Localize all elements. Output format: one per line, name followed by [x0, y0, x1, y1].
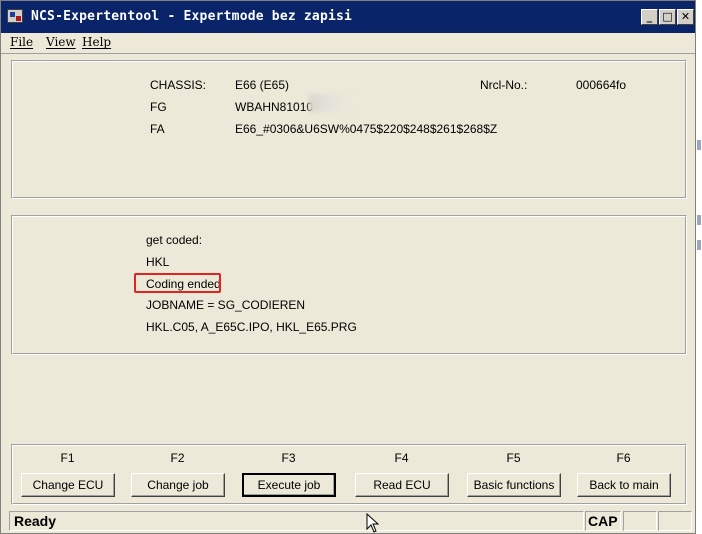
f3-key-label: F3: [281, 451, 296, 465]
caps-indicator: CAP: [585, 511, 621, 531]
f2-key-label: F2: [170, 451, 185, 465]
fg-label: FG: [150, 100, 167, 114]
log-line: HKL.C05, A_E65C.IPO, HKL_E65.PRG: [146, 320, 357, 334]
status-bar: Ready CAP: [1, 509, 695, 533]
window-title: NCS-Expertentool - Expertmode bez zapisi: [31, 9, 353, 24]
chassis-value: E66 (E65): [235, 78, 290, 92]
desktop-background: [696, 0, 702, 534]
close-button[interactable]: ✕: [677, 9, 694, 25]
menu-view[interactable]: View: [46, 35, 76, 49]
read-ecu-button[interactable]: Read ECU: [355, 473, 449, 497]
basic-functions-button[interactable]: Basic functions: [467, 473, 561, 497]
maximize-button[interactable]: □: [659, 9, 676, 25]
job-log-panel: [11, 215, 687, 355]
highlight-box: [134, 273, 221, 293]
f1-key-label: F1: [60, 451, 75, 465]
chassis-label: CHASSIS:: [150, 78, 207, 92]
caps-lock-indicator: CAP: [588, 513, 618, 529]
menu-help[interactable]: Help: [82, 35, 111, 49]
nrcl-value: 000664fo: [576, 78, 627, 92]
desktop-window-edge: [697, 140, 701, 150]
desktop-window-edge: [697, 240, 701, 250]
nrcl-label: Nrcl-No.:: [480, 78, 528, 92]
minimize-button[interactable]: _: [641, 9, 658, 25]
log-line: get coded:: [146, 233, 203, 247]
f6-key-label: F6: [616, 451, 631, 465]
desktop-window-edge: [697, 215, 701, 225]
f4-key-label: F4: [394, 451, 409, 465]
app-icon[interactable]: [7, 9, 23, 23]
menu-bar: File View Help: [1, 33, 695, 53]
ncs-expertentool-window: NCS-Expertentool - Expertmode bez zapisi…: [0, 0, 696, 534]
fg-value: WBAHN81010: [235, 100, 314, 114]
num-indicator: [623, 511, 657, 531]
mouse-cursor-icon: [366, 513, 380, 533]
title-bar[interactable]: NCS-Expertentool - Expertmode bez zapisi…: [1, 1, 695, 33]
f5-key-label: F5: [506, 451, 521, 465]
fa-label: FA: [150, 122, 165, 136]
redacted-area: [309, 94, 355, 112]
scroll-indicator: [658, 511, 692, 531]
menu-separator: [1, 53, 695, 54]
status-text: Ready: [14, 513, 57, 529]
change-ecu-button[interactable]: Change ECU: [21, 473, 115, 497]
status-text-cell: Ready: [9, 511, 584, 531]
back-to-main-button[interactable]: Back to main: [577, 473, 671, 497]
log-line: HKL: [146, 255, 170, 269]
fa-value: E66_#0306&U6SW%0475$220$248$261$268$Z: [235, 122, 498, 136]
execute-job-button[interactable]: Execute job: [242, 473, 336, 497]
log-line: JOBNAME = SG_CODIEREN: [146, 298, 306, 312]
menu-file[interactable]: File: [10, 35, 33, 49]
change-job-button[interactable]: Change job: [131, 473, 225, 497]
